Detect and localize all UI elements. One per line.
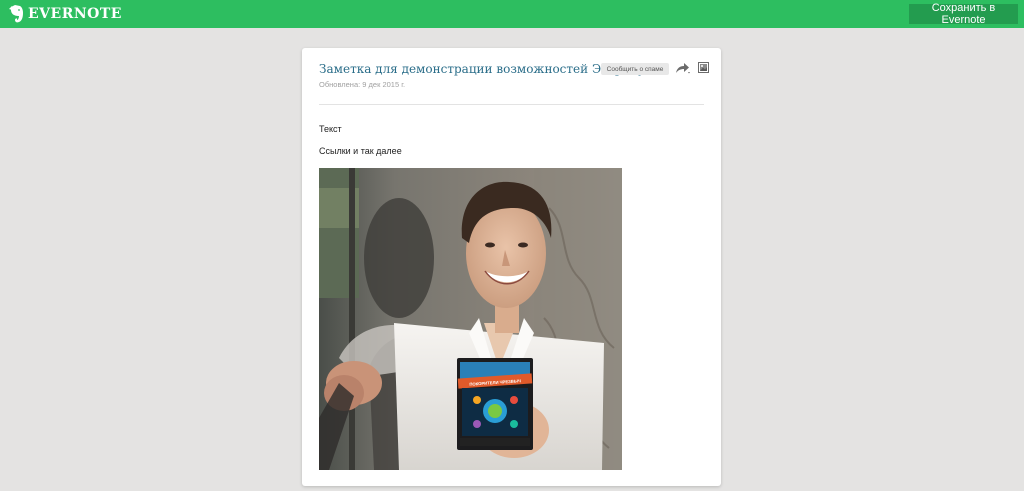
note-title: Заметка для демонстрации возможностей Эв… <box>319 62 652 76</box>
logo-text: EVERNOTE <box>28 6 122 22</box>
note-paragraph: Текст <box>319 124 342 134</box>
note-paragraph: Ссылки и так далее <box>319 146 402 156</box>
image-icon[interactable] <box>698 62 709 73</box>
note-updated-date: Обновлена: 9 дек 2015 г. <box>319 80 406 89</box>
share-arrow-icon[interactable] <box>675 62 691 74</box>
header-divider <box>319 104 704 105</box>
save-to-evernote-button[interactable]: Сохранить в Evernote <box>909 2 1018 26</box>
evernote-logo[interactable]: EVERNOTE <box>8 4 122 24</box>
elephant-icon <box>9 5 23 23</box>
top-bar: EVERNOTE Сохранить в Evernote <box>0 0 1024 28</box>
note-photo: ПОКОРИТЕЛИ ЧРЕЗВЫЧ <box>319 168 622 470</box>
report-spam-button[interactable]: Сообщить о спаме <box>601 63 669 75</box>
note-card: Заметка для демонстрации возможностей Эв… <box>302 48 721 486</box>
